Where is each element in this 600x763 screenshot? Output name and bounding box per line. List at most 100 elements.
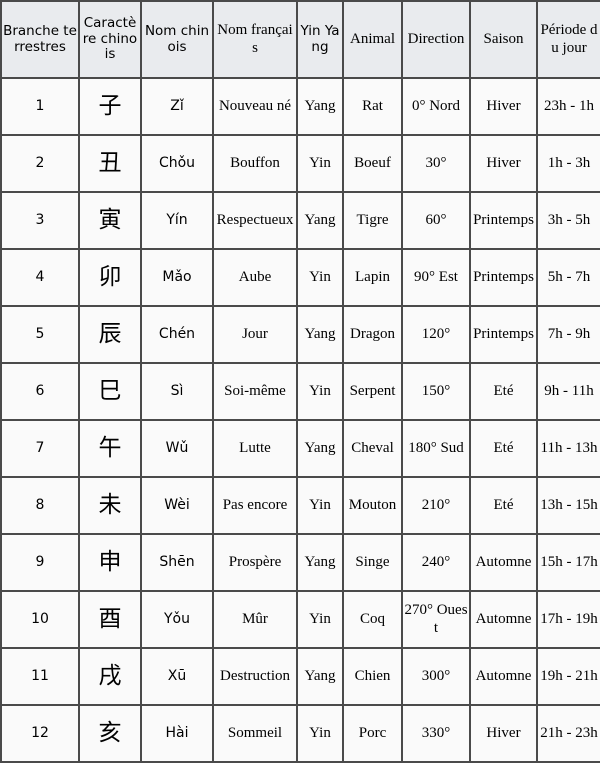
cell-season: Hiver	[469, 704, 538, 763]
header-row: Branche terrestres Caractère chinois Nom…	[0, 0, 600, 79]
cell-chinese: Xū	[140, 647, 214, 706]
cell-yinyang: Yin	[296, 362, 344, 421]
table-row: 11 戌 Xū Destruction Yang Chien 300° Automne 19h …	[0, 647, 600, 706]
cell-yinyang: Yin	[296, 704, 344, 763]
cell-animal: Chien	[342, 647, 403, 706]
cell-animal: Boeuf	[342, 134, 403, 193]
cell-character: 亥	[78, 704, 142, 763]
cell-character: 寅	[78, 191, 142, 250]
cell-animal: Coq	[342, 590, 403, 649]
cell-chinese: Chén	[140, 305, 214, 364]
cell-animal: Lapin	[342, 248, 403, 307]
cell-yinyang: Yin	[296, 134, 344, 193]
cell-period: 3h - 5h	[536, 191, 600, 250]
table-row: 9 申 Shēn Prospère Yang Singe 240° Automne 15h - …	[0, 533, 600, 592]
table-row: 2 丑 Chǒu Bouffon Yin Boeuf 30° Hiver 1h - 3h	[0, 134, 600, 193]
cell-period: 19h - 21h	[536, 647, 600, 706]
column-header-branch: Branche terrestres	[0, 0, 80, 79]
table-header: Branche terrestres Caractère chinois Nom…	[0, 0, 600, 79]
cell-branch: 8	[0, 476, 80, 535]
table-row: 3 寅 Yín Respectueux Yang Tigre 60° Printemps 3h …	[0, 191, 600, 250]
table-row: 4 卯 Mǎo Aube Yin Lapin 90° Est Printemps 5h - 7h	[0, 248, 600, 307]
cell-period: 23h - 1h	[536, 77, 600, 136]
cell-period: 1h - 3h	[536, 134, 600, 193]
cell-yinyang: Yang	[296, 191, 344, 250]
cell-character: 卯	[78, 248, 142, 307]
column-header-yinyang: Yin Yang	[296, 0, 344, 79]
cell-chinese: Sì	[140, 362, 214, 421]
cell-direction: 270° Ouest	[401, 590, 471, 649]
cell-yinyang: Yin	[296, 590, 344, 649]
cell-direction: 0° Nord	[401, 77, 471, 136]
cell-animal: Singe	[342, 533, 403, 592]
cell-period: 13h - 15h	[536, 476, 600, 535]
earthly-branches-table: Branche terrestres Caractère chinois Nom…	[0, 0, 600, 763]
cell-branch: 5	[0, 305, 80, 364]
cell-branch: 9	[0, 533, 80, 592]
cell-direction: 150°	[401, 362, 471, 421]
cell-yinyang: Yang	[296, 305, 344, 364]
table-row: 12 亥 Hài Sommeil Yin Porc 330° Hiver 21h - 23h	[0, 704, 600, 763]
cell-direction: 330°	[401, 704, 471, 763]
cell-character: 辰	[78, 305, 142, 364]
cell-french: Mûr	[212, 590, 298, 649]
cell-direction: 180° Sud	[401, 419, 471, 478]
cell-chinese: Zǐ	[140, 77, 214, 136]
cell-season: Automne	[469, 590, 538, 649]
column-header-chinese: Nom chinois	[140, 0, 214, 79]
column-header-season: Saison	[469, 0, 538, 79]
cell-season: Printemps	[469, 191, 538, 250]
cell-chinese: Shēn	[140, 533, 214, 592]
cell-character: 未	[78, 476, 142, 535]
cell-period: 21h - 23h	[536, 704, 600, 763]
column-header-animal: Animal	[342, 0, 403, 79]
cell-character: 巳	[78, 362, 142, 421]
cell-season: Printemps	[469, 305, 538, 364]
table-row: 5 辰 Chén Jour Yang Dragon 120° Printemps 7h - 9h	[0, 305, 600, 364]
cell-season: Automne	[469, 647, 538, 706]
cell-branch: 2	[0, 134, 80, 193]
cell-season: Eté	[469, 419, 538, 478]
cell-branch: 11	[0, 647, 80, 706]
cell-season: Eté	[469, 362, 538, 421]
cell-chinese: Chǒu	[140, 134, 214, 193]
table-row: 6 巳 Sì Soi-même Yin Serpent 150° Eté 9h - 11h	[0, 362, 600, 421]
cell-character: 午	[78, 419, 142, 478]
cell-chinese: Mǎo	[140, 248, 214, 307]
table-row: 10 酉 Yǒu Mûr Yin Coq 270° Ouest Automne 17h - 19…	[0, 590, 600, 649]
cell-animal: Tigre	[342, 191, 403, 250]
cell-french: Respectueux	[212, 191, 298, 250]
table-body: 1 子 Zǐ Nouveau né Yang Rat 0° Nord Hiver 23h - 1…	[0, 77, 600, 763]
cell-season: Automne	[469, 533, 538, 592]
cell-direction: 60°	[401, 191, 471, 250]
cell-character: 戌	[78, 647, 142, 706]
cell-french: Pas encore	[212, 476, 298, 535]
table-row: 8 未 Wèi Pas encore Yin Mouton 210° Eté 13h - 15h	[0, 476, 600, 535]
cell-character: 酉	[78, 590, 142, 649]
cell-character: 申	[78, 533, 142, 592]
cell-season: Hiver	[469, 134, 538, 193]
cell-animal: Dragon	[342, 305, 403, 364]
cell-animal: Cheval	[342, 419, 403, 478]
cell-animal: Serpent	[342, 362, 403, 421]
cell-season: Printemps	[469, 248, 538, 307]
cell-season: Eté	[469, 476, 538, 535]
cell-branch: 3	[0, 191, 80, 250]
column-header-french: Nom français	[212, 0, 298, 79]
cell-branch: 4	[0, 248, 80, 307]
cell-yinyang: Yang	[296, 77, 344, 136]
cell-season: Hiver	[469, 77, 538, 136]
cell-branch: 12	[0, 704, 80, 763]
cell-chinese: Yǒu	[140, 590, 214, 649]
column-header-direction: Direction	[401, 0, 471, 79]
cell-french: Prospère	[212, 533, 298, 592]
column-header-character: Caractère chinois	[78, 0, 142, 79]
cell-french: Destruction	[212, 647, 298, 706]
cell-chinese: Hài	[140, 704, 214, 763]
column-header-period: Période du jour	[536, 0, 600, 79]
cell-french: Soi-même	[212, 362, 298, 421]
cell-yinyang: Yang	[296, 533, 344, 592]
cell-period: 17h - 19h	[536, 590, 600, 649]
cell-direction: 120°	[401, 305, 471, 364]
table-row: 1 子 Zǐ Nouveau né Yang Rat 0° Nord Hiver 23h - 1…	[0, 77, 600, 136]
